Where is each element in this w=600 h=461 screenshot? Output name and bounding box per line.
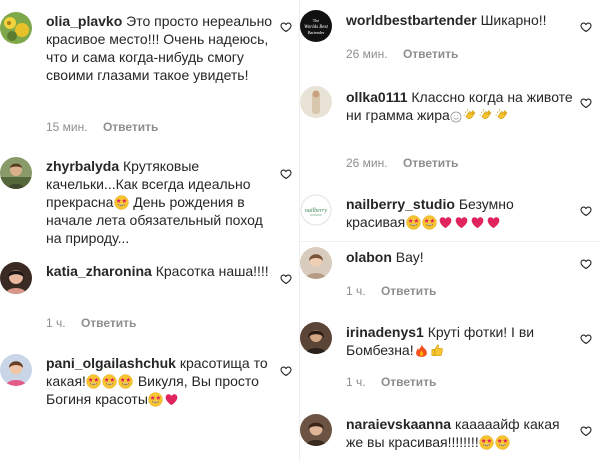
comment-body: olabon Вау! bbox=[346, 248, 576, 266]
red-heart-emoji-icon bbox=[470, 215, 485, 230]
comment-item: olia_plavko Это просто нереально красиво… bbox=[0, 12, 300, 138]
red-heart-emoji-icon bbox=[164, 392, 179, 407]
star-struck-emoji-icon bbox=[118, 374, 133, 389]
like-heart-icon[interactable] bbox=[580, 97, 592, 109]
like-heart-icon[interactable] bbox=[580, 333, 592, 345]
like-heart-icon[interactable] bbox=[580, 205, 592, 217]
reply-button[interactable]: Ответить bbox=[403, 156, 458, 170]
like-heart-icon[interactable] bbox=[280, 168, 292, 180]
star-struck-emoji-icon bbox=[406, 215, 421, 230]
red-heart-emoji-icon bbox=[486, 215, 501, 230]
comment-time: 15 мин. bbox=[46, 120, 88, 134]
fire-emoji-icon bbox=[414, 343, 429, 358]
comment-body: naraievskaanna кааааайф какая же вы крас… bbox=[346, 415, 576, 451]
comment-item: naraievskaanna кааааайф какая же вы крас… bbox=[300, 414, 600, 458]
comment-username[interactable]: ollka0111 bbox=[346, 89, 408, 105]
comment-username[interactable]: worldbestbartender bbox=[346, 12, 477, 28]
avatar[interactable] bbox=[300, 86, 332, 118]
smiling-face-emoji-icon bbox=[450, 111, 462, 123]
comment-meta: 15 мин. Ответить bbox=[46, 120, 158, 134]
thumbs-up-emoji-icon bbox=[430, 343, 445, 358]
like-heart-icon[interactable] bbox=[280, 273, 292, 285]
star-struck-emoji-icon bbox=[86, 374, 101, 389]
comment-username[interactable]: pani_olgailashchuk bbox=[46, 355, 176, 371]
comment-time: 26 мин. bbox=[346, 47, 388, 61]
avatar[interactable] bbox=[300, 414, 332, 446]
comment-body: zhyrbalyda Крутяковые качельки...Как все… bbox=[46, 157, 276, 247]
comment-body: pani_olgailashchuk красотища то какая! В… bbox=[46, 354, 276, 408]
comment-item: zhyrbalyda Крутяковые качельки...Как все… bbox=[0, 157, 300, 249]
star-struck-emoji-icon bbox=[114, 195, 129, 210]
comment-body: nailberry_studio Безумно красивая bbox=[346, 195, 576, 231]
comment-item: olabon Вау! 1 ч. Ответить bbox=[300, 247, 600, 299]
comment-item: The Worlds Best Bartender worldbestbartend… bbox=[300, 10, 600, 64]
comment-time: 1 ч. bbox=[346, 375, 366, 389]
like-heart-icon[interactable] bbox=[280, 21, 292, 33]
star-struck-emoji-icon bbox=[102, 374, 117, 389]
comment-username[interactable]: nailberry_studio bbox=[346, 196, 455, 212]
comment-meta: 26 мин. Ответить bbox=[346, 156, 458, 170]
avatar[interactable] bbox=[300, 247, 332, 279]
comments-column-right: The Worlds Best Bartender worldbestbartend… bbox=[299, 0, 600, 461]
like-heart-icon[interactable] bbox=[580, 258, 592, 270]
comment-divider bbox=[300, 241, 600, 242]
comment-username[interactable]: katia_zharonina bbox=[46, 263, 152, 279]
comment-item: pani_olgailashchuk красотища то какая! В… bbox=[0, 354, 300, 414]
star-struck-emoji-icon bbox=[422, 215, 437, 230]
avatar[interactable] bbox=[300, 322, 332, 354]
avatar[interactable] bbox=[0, 262, 32, 294]
comment-text: Красотка наша!!!! bbox=[155, 263, 269, 279]
like-heart-icon[interactable] bbox=[280, 365, 292, 377]
comment-username[interactable]: olabon bbox=[346, 249, 392, 265]
comment-time: 1 ч. bbox=[46, 316, 66, 330]
reply-button[interactable]: Ответить bbox=[403, 47, 458, 61]
comment-item: nailberry nailberry_studio Безумно краси… bbox=[300, 194, 600, 236]
clapping-hands-emoji-icon bbox=[479, 108, 494, 123]
comment-body: ollka0111 Классно когда на животе ни гра… bbox=[346, 88, 576, 124]
star-struck-emoji-icon bbox=[148, 392, 163, 407]
comment-meta: 1 ч. Ответить bbox=[46, 316, 136, 330]
avatar[interactable] bbox=[0, 12, 32, 44]
comment-text: Шикарно!! bbox=[480, 12, 547, 28]
comment-time: 1 ч. bbox=[346, 284, 366, 298]
comment-body: irinadenys1 Круті фотки! І ви Бомбезна! bbox=[346, 323, 576, 359]
comment-body: olia_plavko Это просто нереально красиво… bbox=[46, 12, 276, 84]
comment-username[interactable]: naraievskaanna bbox=[346, 416, 451, 432]
red-heart-emoji-icon bbox=[454, 215, 469, 230]
avatar[interactable]: nailberry bbox=[300, 194, 332, 226]
star-struck-emoji-icon bbox=[479, 435, 494, 450]
comment-item: irinadenys1 Круті фотки! І ви Бомбезна! … bbox=[300, 322, 600, 390]
like-heart-icon[interactable] bbox=[580, 425, 592, 437]
comment-username[interactable]: irinadenys1 bbox=[346, 324, 424, 340]
comments-column-left: olia_plavko Это просто нереально красиво… bbox=[0, 0, 300, 461]
avatar[interactable] bbox=[0, 354, 32, 386]
comment-meta: 1 ч. Ответить bbox=[346, 375, 436, 389]
comment-username[interactable]: olia_plavko bbox=[46, 13, 122, 29]
comment-body: katia_zharonina Красотка наша!!!! bbox=[46, 262, 276, 280]
comment-body: worldbestbartender Шикарно!! bbox=[346, 11, 576, 29]
comment-meta: 1 ч. Ответить bbox=[346, 284, 436, 298]
svg-text:nailberry: nailberry bbox=[305, 208, 328, 214]
avatar[interactable] bbox=[0, 157, 32, 189]
reply-button[interactable]: Ответить bbox=[381, 375, 436, 389]
like-heart-icon[interactable] bbox=[580, 21, 592, 33]
avatar[interactable]: The Worlds Best Bartender bbox=[300, 10, 332, 42]
reply-button[interactable]: Ответить bbox=[81, 316, 136, 330]
svg-text:Bartender: Bartender bbox=[308, 30, 325, 35]
comment-item: ollka0111 Классно когда на животе ни гра… bbox=[300, 86, 600, 172]
reply-button[interactable]: Ответить bbox=[103, 120, 158, 134]
comment-text: Вау! bbox=[395, 249, 424, 265]
red-heart-emoji-icon bbox=[438, 215, 453, 230]
avatar-logo-text: The bbox=[313, 18, 320, 23]
comment-username[interactable]: zhyrbalyda bbox=[46, 158, 119, 174]
star-struck-emoji-icon bbox=[495, 435, 510, 450]
comment-item: katia_zharonina Красотка наша!!!! 1 ч. О… bbox=[0, 262, 300, 334]
comment-meta: 26 мин. Ответить bbox=[346, 47, 458, 61]
reply-button[interactable]: Ответить bbox=[381, 284, 436, 298]
comment-time: 26 мин. bbox=[346, 156, 388, 170]
clapping-hands-emoji-icon bbox=[463, 108, 478, 123]
clapping-hands-emoji-icon bbox=[495, 108, 510, 123]
